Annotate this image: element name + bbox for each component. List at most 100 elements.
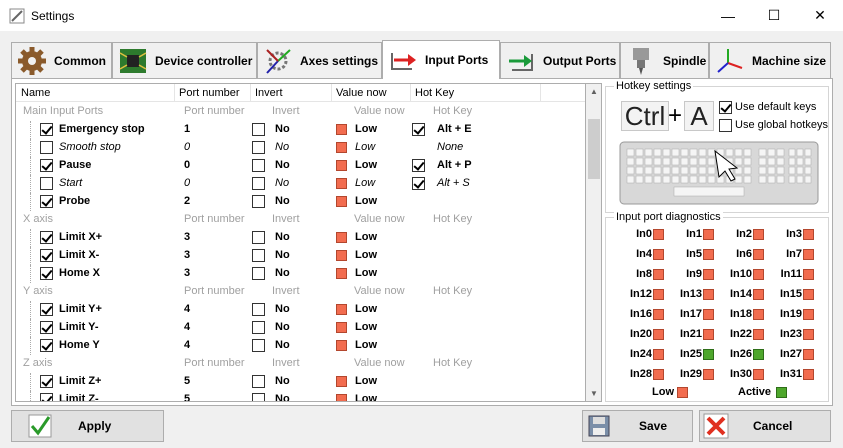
enable-checkbox[interactable] xyxy=(40,393,53,401)
invert-value: No xyxy=(275,231,290,243)
pin-label-in8: In8 xyxy=(636,268,652,280)
invert-checkbox[interactable] xyxy=(252,159,265,172)
hotkey-checkbox[interactable] xyxy=(412,123,425,136)
legend-low-label: Low xyxy=(652,386,674,398)
invert-checkbox[interactable] xyxy=(252,321,265,334)
col-port-header[interactable]: Port number xyxy=(179,87,240,99)
invert-checkbox[interactable] xyxy=(252,303,265,316)
pin-led-in10 xyxy=(753,269,764,280)
tab-axes-settings[interactable]: Axes settings xyxy=(257,42,382,78)
tab-machine-size[interactable]: Machine size xyxy=(709,42,831,78)
table-row: Home X 3 No Low xyxy=(16,265,585,283)
apply-button[interactable]: Apply xyxy=(11,410,164,442)
invert-checkbox[interactable] xyxy=(252,195,265,208)
invert-checkbox[interactable] xyxy=(252,393,265,401)
enable-checkbox[interactable] xyxy=(40,231,53,244)
enable-checkbox[interactable] xyxy=(40,141,53,154)
table-row: Start 0 No Low Alt + S xyxy=(16,175,585,193)
spindle-icon xyxy=(625,46,657,76)
scroll-thumb[interactable] xyxy=(588,119,600,179)
grid-header: Name Port number Invert Value now Hot Ke… xyxy=(16,84,585,102)
scroll-down-icon[interactable]: ▼ xyxy=(590,389,598,398)
use-default-keys-checkbox[interactable] xyxy=(719,101,732,114)
close-button[interactable]: ✕ xyxy=(797,0,843,31)
port-number[interactable]: 4 xyxy=(184,339,190,351)
port-name: Home X xyxy=(59,267,100,279)
col-hotkey-header[interactable]: Hot Key xyxy=(415,87,454,99)
enable-checkbox[interactable] xyxy=(40,321,53,334)
save-button[interactable]: Save xyxy=(582,410,693,442)
tab-output-ports[interactable]: Output Ports xyxy=(500,42,620,78)
value-now: Low xyxy=(355,339,377,351)
port-number[interactable]: 2 xyxy=(184,195,190,207)
cancel-button[interactable]: Cancel xyxy=(699,410,831,442)
invert-checkbox[interactable] xyxy=(252,249,265,262)
port-number[interactable]: 3 xyxy=(184,249,190,261)
pin-led-in21 xyxy=(703,329,714,340)
pin-label-in27: In27 xyxy=(779,348,802,360)
hotkey-value[interactable]: None xyxy=(437,141,463,153)
invert-checkbox[interactable] xyxy=(252,231,265,244)
hotkey-checkbox[interactable] xyxy=(412,177,425,190)
use-global-hotkeys-checkbox[interactable] xyxy=(719,119,732,132)
enable-checkbox[interactable] xyxy=(40,303,53,316)
invert-checkbox[interactable] xyxy=(252,267,265,280)
tab-common[interactable]: Common xyxy=(11,42,112,78)
port-number[interactable]: 0 xyxy=(184,177,190,189)
hotkey-value[interactable]: Alt + S xyxy=(437,177,470,189)
port-number[interactable]: 5 xyxy=(184,375,190,387)
port-number[interactable]: 3 xyxy=(184,231,190,243)
scroll-up-icon[interactable]: ▲ xyxy=(590,87,598,96)
col-name-header[interactable]: Name xyxy=(21,87,50,99)
apply-button-label: Apply xyxy=(78,419,112,433)
port-number[interactable]: 0 xyxy=(184,141,190,153)
invert-checkbox[interactable] xyxy=(252,141,265,154)
port-number[interactable]: 5 xyxy=(184,393,190,401)
port-number[interactable]: 4 xyxy=(184,321,190,333)
hotkey-value[interactable]: Alt + E xyxy=(437,123,472,135)
hotkey-value[interactable]: Alt + P xyxy=(437,159,472,171)
tab-input-ports[interactable]: Input Ports xyxy=(382,40,500,79)
grid-scrollbar[interactable]: ▲ ▼ xyxy=(586,83,602,402)
pin-led-in30 xyxy=(753,369,764,380)
enable-checkbox[interactable] xyxy=(40,249,53,262)
pin-led-in8 xyxy=(653,269,664,280)
pin-label-in18: In18 xyxy=(729,308,752,320)
hotkey-checkbox[interactable] xyxy=(412,159,425,172)
pin-label-in2: In2 xyxy=(736,228,752,240)
pin-led-in22 xyxy=(753,329,764,340)
port-name: Limit Z- xyxy=(59,393,99,402)
hotkey-settings-group: Hotkey settings Ctrl + A Use default key… xyxy=(605,80,829,213)
invert-value: No xyxy=(275,159,290,171)
pin-led-in7 xyxy=(803,249,814,260)
maximize-button[interactable]: ☐ xyxy=(751,0,797,31)
port-number[interactable]: 1 xyxy=(184,123,190,135)
port-number[interactable]: 3 xyxy=(184,267,190,279)
value-now: Low xyxy=(355,177,376,189)
legend-active-label: Active xyxy=(738,386,772,398)
pin-label-in7: In7 xyxy=(786,248,802,260)
invert-checkbox[interactable] xyxy=(252,339,265,352)
tab-device-controller[interactable]: Device controller xyxy=(112,42,257,78)
port-number[interactable]: 0 xyxy=(184,159,190,171)
enable-checkbox[interactable] xyxy=(40,375,53,388)
pin-led-in6 xyxy=(753,249,764,260)
pin-label-in15: In15 xyxy=(779,288,802,300)
pin-label-in31: In31 xyxy=(779,368,802,380)
invert-checkbox[interactable] xyxy=(252,123,265,136)
enable-checkbox[interactable] xyxy=(40,267,53,280)
tab-spindle[interactable]: Spindle xyxy=(620,42,709,78)
enable-checkbox[interactable] xyxy=(40,339,53,352)
port-number[interactable]: 4 xyxy=(184,303,190,315)
enable-checkbox[interactable] xyxy=(40,177,53,190)
enable-checkbox[interactable] xyxy=(40,123,53,136)
hotkey-settings-legend: Hotkey settings xyxy=(614,80,694,92)
tab-output-ports-label: Output Ports xyxy=(543,53,617,68)
col-invert-header[interactable]: Invert xyxy=(255,87,283,99)
col-value-header[interactable]: Value now xyxy=(336,87,387,99)
invert-checkbox[interactable] xyxy=(252,177,265,190)
enable-checkbox[interactable] xyxy=(40,159,53,172)
minimize-button[interactable]: — xyxy=(705,0,751,31)
enable-checkbox[interactable] xyxy=(40,195,53,208)
invert-checkbox[interactable] xyxy=(252,375,265,388)
